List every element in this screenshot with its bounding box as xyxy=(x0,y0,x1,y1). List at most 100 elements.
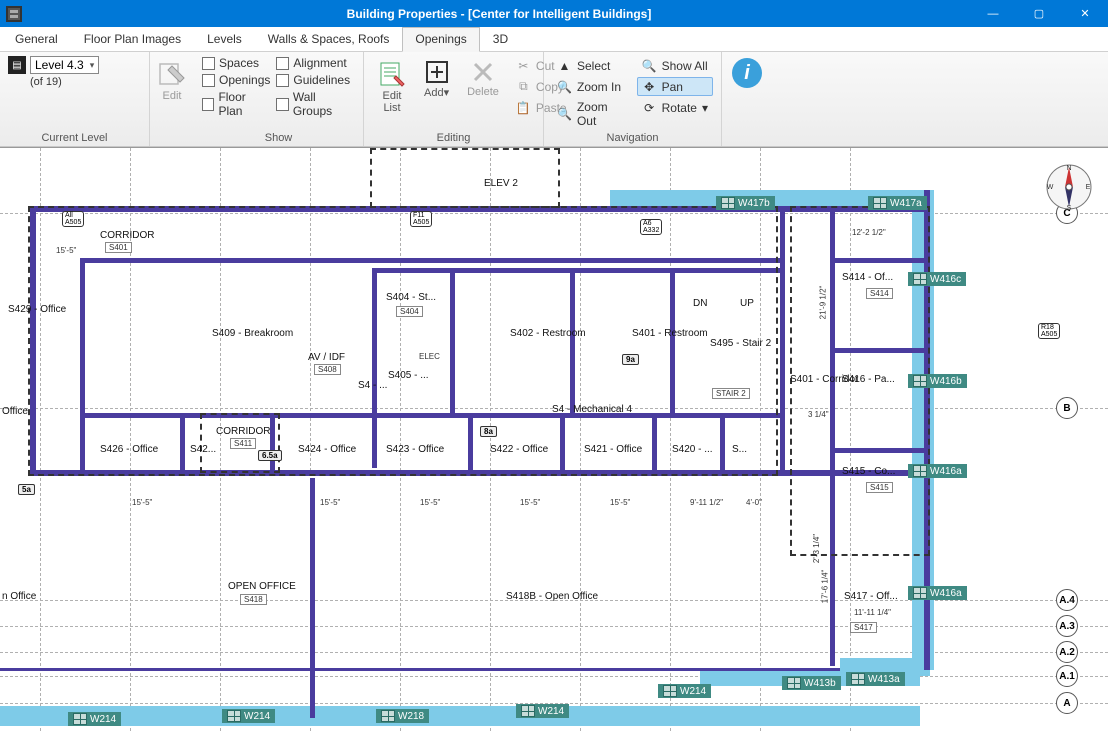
window-tag[interactable]: W416a xyxy=(908,586,967,600)
room-label: CORRIDOR xyxy=(100,230,154,241)
window-tag[interactable]: W214 xyxy=(68,712,121,726)
window-tag[interactable]: W214 xyxy=(222,709,275,723)
window-title: Building Properties - [Center for Intell… xyxy=(28,7,970,21)
room-label: S415 - Co... xyxy=(842,466,895,477)
room-label: S42... xyxy=(190,444,216,455)
select-button[interactable]: ▲Select xyxy=(552,56,631,75)
svg-text:W: W xyxy=(1047,184,1054,191)
room-label: S401 - Restroom xyxy=(632,328,708,339)
room-label: CORRIDOR xyxy=(216,426,270,437)
room-code: S418 xyxy=(240,594,267,605)
marker: 9a xyxy=(622,354,639,365)
dimension-text: ELEC xyxy=(419,352,440,361)
room-label: S421 - Office xyxy=(584,444,642,455)
room-label: S423 - Office xyxy=(386,444,444,455)
room-label: UP xyxy=(740,298,754,309)
svg-text:E: E xyxy=(1086,184,1091,191)
tab-levels[interactable]: Levels xyxy=(194,27,255,51)
tab-floorplan-images[interactable]: Floor Plan Images xyxy=(71,27,194,51)
close-button[interactable]: ✕ xyxy=(1062,0,1108,27)
rotate-button[interactable]: ⟳Rotate▾ xyxy=(637,98,713,117)
dimension-text: 15'-5" xyxy=(610,498,630,507)
window-tag[interactable]: W417b xyxy=(716,196,775,210)
room-code: S411 xyxy=(230,438,256,449)
room-label: S420 - ... xyxy=(672,444,713,455)
elevation-bubble: A6A332 xyxy=(640,219,662,235)
room-code: S417 xyxy=(850,622,877,633)
cursor-icon: ▲ xyxy=(557,58,572,73)
chk-openings[interactable]: Openings xyxy=(202,73,270,87)
grid-bubble-A.1: A.1 xyxy=(1056,665,1078,687)
window-tag[interactable]: W416b xyxy=(908,374,967,388)
cut-icon: ✂ xyxy=(516,58,531,73)
pan-button[interactable]: ✥Pan xyxy=(637,77,713,96)
floorplan-canvas[interactable]: CBA.4A.3A.2A.1ACORRIDORS401S429 - Office… xyxy=(0,147,1108,731)
tab-walls-spaces[interactable]: Walls & Spaces, Roofs xyxy=(255,27,403,51)
tab-3d[interactable]: 3D xyxy=(480,27,521,51)
elevation-bubble: F11A505 xyxy=(410,211,432,227)
wall-25 xyxy=(0,668,840,671)
marker: 6.5a xyxy=(258,450,282,461)
zoomin-button[interactable]: 🔍Zoom In xyxy=(552,77,631,96)
maximize-button[interactable]: ▢ xyxy=(1016,0,1062,27)
level-dropdown[interactable]: Level 4.3 xyxy=(30,56,99,74)
group-label-navigation: Navigation xyxy=(552,130,713,144)
minimize-button[interactable]: — xyxy=(970,0,1016,27)
chk-alignment[interactable]: Alignment xyxy=(276,56,355,70)
room-label: DN xyxy=(693,298,707,309)
marker: 8a xyxy=(480,426,497,437)
window-tag[interactable]: W416c xyxy=(908,272,966,286)
delete-button[interactable]: Delete xyxy=(461,56,505,102)
room-label: S417 - Off... xyxy=(844,591,898,602)
window-tag[interactable]: W214 xyxy=(658,684,711,698)
room-label: ELEV 2 xyxy=(484,178,518,189)
chk-guidelines[interactable]: Guidelines xyxy=(276,73,355,87)
editlist-button[interactable]: Edit List xyxy=(372,56,412,118)
paste-icon: 📋 xyxy=(516,100,531,115)
dimension-text: 15'-5" xyxy=(320,498,340,507)
group-label-show: Show xyxy=(202,130,355,144)
pan-icon: ✥ xyxy=(642,79,657,94)
chk-floorplan[interactable]: Floor Plan xyxy=(202,90,270,118)
copy-icon: ⧉ xyxy=(516,79,531,94)
showall-icon: 🔍 xyxy=(642,58,657,73)
zoomout-button[interactable]: 🔍Zoom Out xyxy=(552,98,631,130)
titlebar: Building Properties - [Center for Intell… xyxy=(0,0,1108,27)
chk-spaces[interactable]: Spaces xyxy=(202,56,270,70)
room-label: S422 - Office xyxy=(490,444,548,455)
room-code: S401 xyxy=(105,242,132,253)
add-button[interactable]: Add▾ xyxy=(418,56,455,103)
window-tag[interactable]: W413b xyxy=(782,676,841,690)
room-code: S404 xyxy=(396,306,423,317)
tab-openings[interactable]: Openings xyxy=(402,27,479,52)
dimension-text: 9'-11 1/2" xyxy=(690,498,723,507)
grid-bubble-B: B xyxy=(1056,397,1078,419)
window-tag[interactable]: W218 xyxy=(376,709,429,723)
room-label: S426 - Office xyxy=(100,444,158,455)
room-label: S414 - Of... xyxy=(842,272,893,283)
room-label: n Office xyxy=(2,591,36,602)
chk-wallgroups[interactable]: Wall Groups xyxy=(276,90,355,118)
dimension-text: 2'-3 1/4" xyxy=(812,534,821,563)
showall-button[interactable]: 🔍Show All xyxy=(637,56,713,75)
grid-bubble-A.3: A.3 xyxy=(1056,615,1078,637)
window-tag[interactable]: W413a xyxy=(846,672,905,686)
room-label: AV / IDF xyxy=(308,352,345,363)
edit-button[interactable]: Edit xyxy=(152,56,192,106)
room-code: S408 xyxy=(314,364,341,375)
dimension-text: 17'-6 1/4" xyxy=(820,570,829,604)
info-button[interactable]: i xyxy=(732,58,762,88)
window-tag[interactable]: W417a xyxy=(868,196,927,210)
grid-bubble-A: A xyxy=(1056,692,1078,714)
dimension-text: 4'-0" xyxy=(746,498,762,507)
window-tag[interactable]: W416a xyxy=(908,464,967,478)
window-tag[interactable]: W214 xyxy=(516,704,569,718)
grid-bubble-A.4: A.4 xyxy=(1056,589,1078,611)
zoomout-icon: 🔍 xyxy=(557,107,572,122)
hvac-duct-2 xyxy=(0,706,920,726)
gridline-A.2 xyxy=(0,652,1108,653)
grid-bubble-A.2: A.2 xyxy=(1056,641,1078,663)
room-label: S424 - Office xyxy=(298,444,356,455)
dimension-text: 11'-11 1/4" xyxy=(854,608,891,617)
tab-general[interactable]: General xyxy=(2,27,71,51)
